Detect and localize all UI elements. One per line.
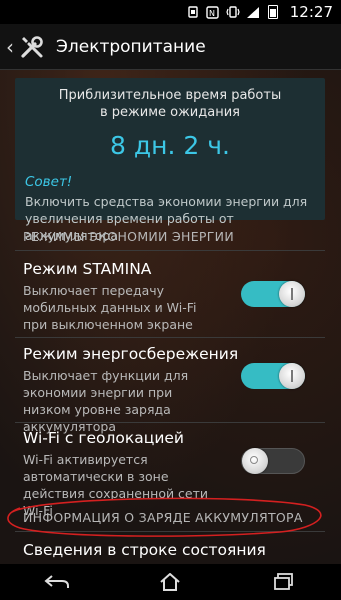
setting-title: Режим STAMINA <box>23 260 152 278</box>
divider <box>15 250 325 251</box>
clock: 12:27 <box>289 3 333 21</box>
standby-value: 8 дн. 2 ч. <box>110 131 230 160</box>
setting-description: Выключает передачу мобильных данных и Wi… <box>23 283 197 332</box>
status-bar: N 12:27 <box>0 0 341 24</box>
navigation-bar <box>0 564 341 600</box>
home-icon[interactable] <box>150 564 190 600</box>
stamina-toggle[interactable] <box>241 281 305 307</box>
standby-label: Приблизительное время работы в режиме ож… <box>58 88 282 120</box>
setting-description: Wi-Fi активируется автоматически в зоне … <box>23 452 209 518</box>
toggle-knob <box>279 281 305 307</box>
divider <box>15 422 325 423</box>
toggle-knob <box>242 448 268 474</box>
tools-icon[interactable] <box>18 33 46 61</box>
section-header-battery-info: ИНФОРМАЦИЯ О ЗАРЯДЕ АККУМУЛЯТОРА <box>23 510 303 525</box>
recent-apps-icon[interactable] <box>264 564 304 600</box>
back-icon[interactable] <box>37 564 77 600</box>
setting-title: Режим энергосбережения <box>23 345 239 363</box>
section-header-modes: РЕЖИМЫ ЭКОНОМИИ ЭНЕРГИИ <box>23 229 234 244</box>
signal-icon <box>246 5 260 19</box>
setting-description: Выключает функции для экономии энергии п… <box>23 368 189 434</box>
page-title: Электропитание <box>56 36 206 57</box>
setting-title: Wi-Fi с геолокацией <box>23 429 185 447</box>
setting-status-bar-info[interactable]: Сведения в строке состояния <box>23 541 266 559</box>
nfc-icon: N <box>206 5 220 19</box>
chevron-left-icon[interactable]: ‹ <box>4 24 16 70</box>
power-saving-toggle[interactable] <box>241 363 305 389</box>
divider <box>15 531 325 532</box>
action-bar: ‹ Электропитание <box>0 24 341 70</box>
tip-title: Совет! <box>25 174 73 190</box>
standby-estimate-card: Приблизительное время работы в режиме ож… <box>15 78 325 243</box>
wifi-location-toggle[interactable] <box>241 448 305 474</box>
divider <box>15 337 325 338</box>
notification-icon <box>186 5 200 19</box>
svg-text:N: N <box>209 9 215 18</box>
vibrate-icon <box>226 5 240 19</box>
battery-icon <box>266 5 280 19</box>
toggle-knob <box>279 363 305 389</box>
